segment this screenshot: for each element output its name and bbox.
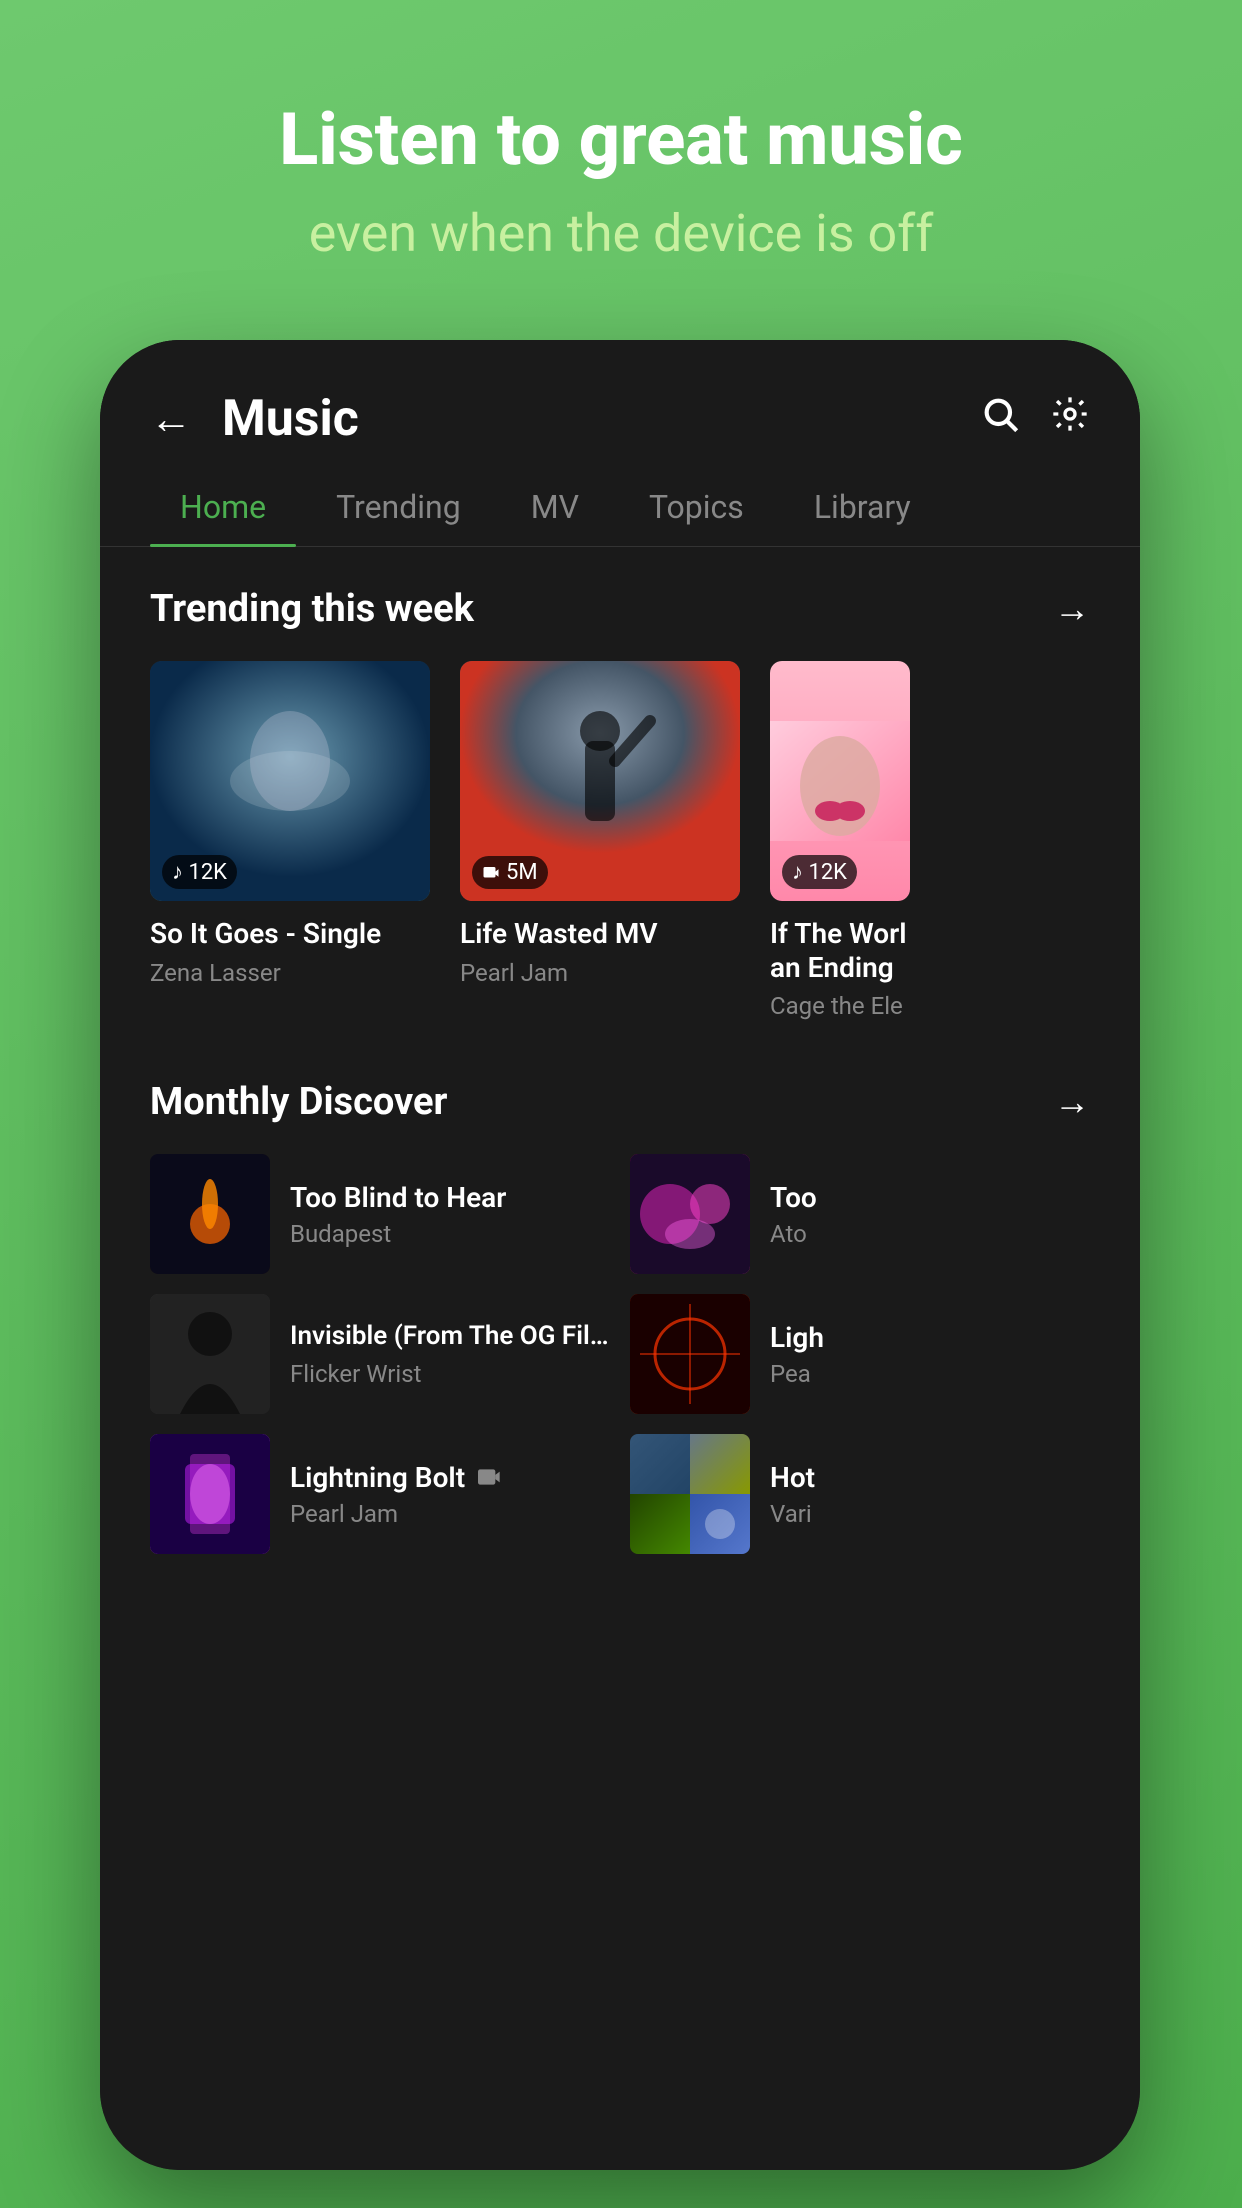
discover-thumb-5 [150,1434,270,1554]
discover-thumb-2 [630,1154,750,1274]
discover-title-3: Invisible (From The OG Film Klaus) [290,1320,610,1354]
discover-thumb-6 [630,1434,750,1554]
discover-thumb-4 [630,1294,750,1414]
discover-thumb-3 [150,1294,270,1414]
discover-info-1: Too Blind to Hear Budapest [290,1181,610,1248]
badge-2: 5M [472,856,548,889]
discover-info-6: Hot Vari [770,1461,1090,1528]
nav-tabs: Home Trending MV Topics Library [100,468,1140,547]
trending-cards: ♪ 12K So It Goes - Single Zena Lasser [150,661,1090,1020]
page-title: Music [222,390,980,448]
badge-1: ♪ 12K [162,855,237,889]
discover-title-4: Ligh [770,1321,1090,1354]
hero-section: Listen to great music even when the devi… [0,100,1242,266]
trending-title: Trending this week [150,587,474,631]
discover-title-1: Too Blind to Hear [290,1181,610,1214]
trending-header: Trending this week → [150,587,1090,631]
discover-item-2[interactable]: Too Ato [630,1154,1090,1274]
monthly-section: Monthly Discover → [100,1040,1140,1594]
discover-item-1[interactable]: Too Blind to Hear Budapest [150,1154,610,1274]
discover-info-2: Too Ato [770,1181,1090,1248]
discover-title-2: Too [770,1181,1090,1214]
discover-item-6[interactable]: Hot Vari [630,1434,1090,1554]
header-icons [980,394,1090,445]
badge-3: ♪ 12K [782,855,857,889]
discover-title-6: Hot [770,1461,1090,1494]
tab-topics[interactable]: Topics [619,468,774,546]
trending-thumb-2: 5M [460,661,740,901]
discover-info-5: Lightning Bolt Pearl Jam [290,1461,610,1528]
trending-card-2[interactable]: 5M Life Wasted MV Pearl Jam [460,661,740,1020]
card-title-1: So It Goes - Single [150,917,430,951]
monthly-header: Monthly Discover → [150,1080,1090,1124]
card-artist-2: Pearl Jam [460,959,740,987]
discover-title-5: Lightning Bolt [290,1461,610,1494]
app-header: ← Music [100,340,1140,468]
phone-frame: ← Music Home Trendin [100,340,1140,2170]
discover-item-5[interactable]: Lightning Bolt Pearl Jam [150,1434,610,1554]
discover-artist-4: Pea [770,1360,1090,1388]
discover-item-4[interactable]: Ligh Pea [630,1294,1090,1414]
discover-item-3[interactable]: Invisible (From The OG Film Klaus) Flick… [150,1294,610,1414]
card-artist-3: Cage the Ele [770,992,910,1020]
settings-icon[interactable] [1050,394,1090,445]
trending-arrow[interactable]: → [1054,588,1090,630]
discover-row-3: Lightning Bolt Pearl Jam [150,1434,1090,1554]
discover-artist-5: Pearl Jam [290,1500,610,1528]
discover-artist-1: Budapest [290,1220,610,1248]
trending-card-3[interactable]: ♪ 12K If The Worlan Ending Cage the Ele [770,661,910,1020]
search-icon[interactable] [980,394,1020,445]
monthly-title: Monthly Discover [150,1080,447,1124]
trending-thumb-3: ♪ 12K [770,661,910,901]
back-button[interactable]: ← [150,395,192,444]
discover-artist-6: Vari [770,1500,1090,1528]
hero-title: Listen to great music [0,100,1242,179]
tab-home[interactable]: Home [150,468,296,546]
card-title-3: If The Worlan Ending [770,917,910,984]
discover-info-3: Invisible (From The OG Film Klaus) Flick… [290,1320,610,1388]
tab-library[interactable]: Library [784,468,941,546]
discover-row-2: Invisible (From The OG Film Klaus) Flick… [150,1294,1090,1414]
hero-subtitle: even when the device is off [0,203,1242,265]
monthly-arrow[interactable]: → [1054,1081,1090,1123]
trending-section: Trending this week → [100,547,1140,1040]
phone-screen: ← Music Home Trendin [100,340,1140,2170]
discover-thumb-1 [150,1154,270,1274]
card-title-2: Life Wasted MV [460,917,740,951]
discover-info-4: Ligh Pea [770,1321,1090,1388]
discover-artist-3: Flicker Wrist [290,1360,610,1388]
tab-trending[interactable]: Trending [306,468,491,546]
tab-mv[interactable]: MV [501,468,609,546]
trending-thumb-1: ♪ 12K [150,661,430,901]
discover-artist-2: Ato [770,1220,1090,1248]
trending-card-1[interactable]: ♪ 12K So It Goes - Single Zena Lasser [150,661,430,1020]
card-artist-1: Zena Lasser [150,959,430,987]
mv-badge-icon [478,1468,504,1493]
discover-list: Too Blind to Hear Budapest [150,1154,1090,1574]
discover-row-1: Too Blind to Hear Budapest [150,1154,1090,1274]
